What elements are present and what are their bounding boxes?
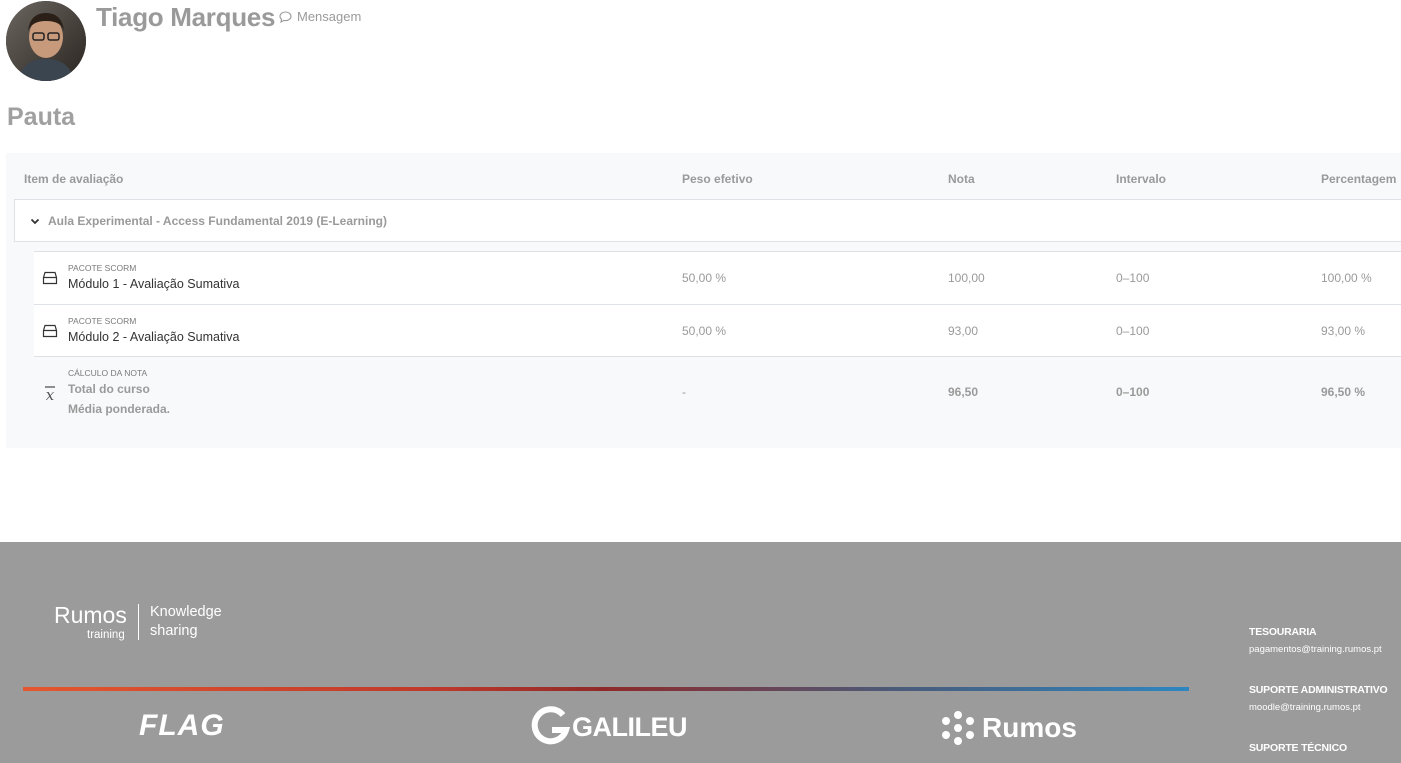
col-header-weight: Peso efetivo — [682, 172, 753, 186]
category-name: Aula Experimental - Access Fundamental 2… — [48, 214, 387, 228]
col-header-item: Item de avaliação — [24, 172, 124, 186]
range-cell: 0–100 — [1116, 385, 1150, 399]
grade-item-link[interactable]: Módulo 2 - Avaliação Sumativa — [68, 330, 239, 344]
comment-icon — [279, 10, 292, 23]
contact-email-link[interactable]: moodle@training.rumos.pt — [1249, 702, 1361, 713]
item-type-label: PACOTE SCORM — [68, 316, 137, 326]
brand-sub: training — [87, 629, 125, 641]
grade-item-link[interactable]: Módulo 1 - Avaliação Sumativa — [68, 277, 239, 291]
flag-logo[interactable]: FLAG — [139, 709, 225, 743]
page-title: Pauta — [7, 103, 76, 131]
grade-cell: 100,00 — [948, 271, 985, 285]
table-row: PACOTE SCORM Módulo 1 - Avaliação Sumati… — [34, 251, 1401, 304]
brand-divider — [138, 604, 139, 640]
course-total-name: Total do curso — [68, 382, 150, 396]
item-type-label: CÁLCULO DA NOTA — [68, 368, 148, 378]
brand-tagline-2: sharing — [150, 623, 198, 639]
galileu-text: GALILEU — [572, 711, 688, 742]
weight-cell: 50,00 % — [682, 271, 727, 285]
gradient-divider — [23, 687, 1189, 691]
weight-cell: 50,00 % — [682, 324, 727, 338]
col-header-range: Intervalo — [1116, 172, 1167, 186]
user-header: Tiago Marques Mensagem — [6, 0, 606, 84]
calculator-mean-icon: x — [45, 386, 55, 402]
avatar[interactable] — [6, 1, 86, 81]
footer: Rumos training Knowledge sharing FLAG GA… — [0, 542, 1401, 763]
item-type-label: PACOTE SCORM — [68, 263, 137, 273]
percentage-cell: 96,50 % — [1321, 385, 1366, 399]
col-header-percentage: Percentagem — [1321, 172, 1397, 186]
rumos-logo[interactable]: Rumos — [940, 708, 1077, 748]
brand-word: Rumos — [54, 602, 127, 628]
svg-text:x: x — [46, 386, 55, 402]
contact-label: TESOURARIA — [1249, 626, 1317, 638]
user-name: Tiago Marques — [96, 2, 276, 32]
range-cell: 0–100 — [1116, 271, 1150, 285]
rumos-text: Rumos — [982, 712, 1077, 743]
chevron-down-icon[interactable] — [29, 215, 41, 227]
galileu-logo[interactable]: GALILEU — [530, 705, 688, 749]
grades-table: Item de avaliação Peso efetivo Nota Inte… — [6, 153, 1401, 448]
message-link[interactable]: Mensagem — [279, 9, 361, 24]
contact-label: SUPORTE TÉCNICO — [1249, 742, 1347, 754]
brand-tagline-1: Knowledge — [150, 604, 222, 620]
rumos-dots-icon — [942, 711, 974, 745]
percentage-cell: 93,00 % — [1321, 324, 1366, 338]
message-label: Mensagem — [297, 9, 362, 24]
weight-cell: - — [682, 385, 686, 399]
rumos-training-logo[interactable]: Rumos training Knowledge sharing — [54, 602, 244, 646]
grade-cell: 93,00 — [948, 324, 979, 338]
percentage-cell: 100,00 % — [1321, 271, 1372, 285]
galileu-g-icon — [531, 706, 570, 745]
contact-email-link[interactable]: pagamentos@training.rumos.pt — [1249, 644, 1382, 655]
contact-label: SUPORTE ADMINISTRATIVO — [1249, 684, 1388, 696]
category-row: Aula Experimental - Access Fundamental 2… — [14, 199, 1401, 242]
scorm-package-icon — [42, 271, 58, 285]
scorm-package-icon — [42, 324, 58, 338]
grade-cell: 96,50 — [948, 385, 979, 399]
aggregation-method: Média ponderada. — [68, 402, 171, 416]
course-total-row: x CÁLCULO DA NOTA Total do curso Média p… — [34, 356, 1401, 426]
col-header-grade: Nota — [948, 172, 975, 186]
range-cell: 0–100 — [1116, 324, 1150, 338]
table-row: PACOTE SCORM Módulo 2 - Avaliação Sumati… — [34, 304, 1401, 356]
